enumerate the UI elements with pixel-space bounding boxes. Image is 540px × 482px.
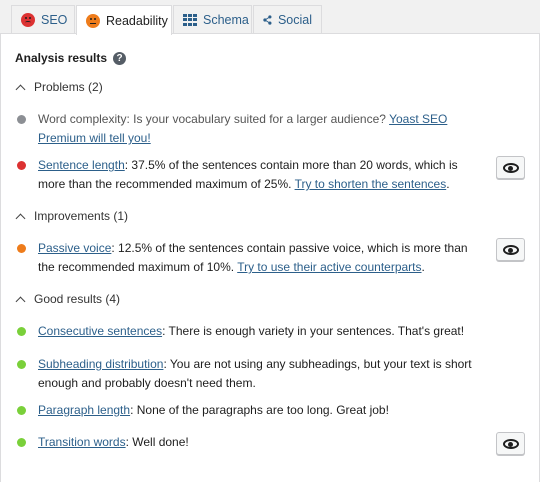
tab-readability[interactable]: Readability: [76, 5, 172, 35]
grid-icon: [183, 14, 197, 26]
result-subheading-distribution: Subheading distribution: You are not usi…: [17, 355, 487, 393]
result-paragraph-length: Paragraph length: None of the paragraphs…: [17, 401, 487, 420]
active-counterparts-link[interactable]: Try to use their active counterparts: [237, 260, 421, 274]
grey-bullet-icon: [17, 115, 26, 124]
result-consecutive-sentences: Consecutive sentences: There is enough v…: [17, 322, 487, 341]
result-description: : There is enough variety in your senten…: [162, 324, 465, 338]
sentence-length-link[interactable]: Sentence length: [38, 158, 125, 172]
result-word-complexity: Word complexity: Is your vocabulary suit…: [17, 110, 487, 148]
eye-icon: [502, 162, 519, 173]
green-bullet-icon: [17, 438, 26, 447]
readability-panel: Analysis results ? Problems (2) Word com…: [0, 33, 540, 482]
result-description: : Well done!: [125, 435, 189, 449]
problems-label: Problems (2): [34, 80, 103, 94]
tab-seo[interactable]: SEO: [11, 5, 75, 34]
chevron-up-icon: [15, 213, 26, 223]
result-sentence-length: Sentence length: 37.5% of the sentences …: [17, 156, 487, 194]
transition-words-link[interactable]: Transition words: [38, 435, 126, 449]
result-description: Word complexity: Is your vocabulary suit…: [38, 112, 390, 126]
good-results-label: Good results (4): [34, 292, 121, 306]
sad-face-icon: [21, 13, 35, 27]
result-period: .: [421, 260, 425, 274]
page-title: Analysis results: [15, 51, 108, 65]
result-text: Word complexity: Is your vocabulary suit…: [38, 110, 487, 148]
improvements-label: Improvements (1): [34, 209, 129, 223]
result-text: Passive voice: 12.5% of the sentences co…: [38, 239, 487, 277]
tab-readability-label: Readability: [106, 13, 168, 28]
eye-icon: [502, 438, 519, 449]
orange-bullet-icon: [17, 244, 26, 253]
result-text: Transition words: Well done!: [38, 433, 487, 452]
green-bullet-icon: [17, 360, 26, 369]
result-text: Sentence length: 37.5% of the sentences …: [38, 156, 487, 194]
green-bullet-icon: [17, 406, 26, 415]
tab-social[interactable]: Social: [253, 5, 322, 34]
consecutive-sentences-link[interactable]: Consecutive sentences: [38, 324, 162, 338]
red-bullet-icon: [17, 161, 26, 170]
chevron-up-icon: [15, 84, 26, 94]
tab-seo-label: SEO: [41, 13, 68, 27]
result-text: Subheading distribution: You are not usi…: [38, 355, 487, 393]
result-text: Consecutive sentences: There is enough v…: [38, 322, 487, 341]
subheading-distribution-link[interactable]: Subheading distribution: [38, 357, 163, 371]
highlight-eye-button[interactable]: [496, 156, 525, 179]
result-text: Paragraph length: None of the paragraphs…: [38, 401, 487, 420]
share-icon: [263, 15, 272, 25]
result-transition-words: Transition words: Well done!: [17, 433, 487, 452]
analysis-results-heading: Analysis results ?: [15, 51, 127, 65]
tab-schema[interactable]: Schema: [173, 5, 252, 34]
shorten-sentences-link[interactable]: Try to shorten the sentences: [295, 177, 447, 191]
problems-toggle[interactable]: Problems (2): [15, 80, 103, 94]
result-description: : None of the paragraphs are too long. G…: [130, 403, 389, 417]
tab-schema-label: Schema: [203, 13, 249, 27]
result-period: .: [446, 177, 450, 191]
chevron-up-icon: [15, 296, 26, 306]
good-results-toggle[interactable]: Good results (4): [15, 292, 120, 306]
neutral-face-icon: [86, 13, 100, 28]
eye-icon: [502, 244, 519, 255]
highlight-eye-button[interactable]: [496, 432, 525, 455]
passive-voice-link[interactable]: Passive voice: [38, 241, 111, 255]
paragraph-length-link[interactable]: Paragraph length: [38, 403, 130, 417]
result-passive-voice: Passive voice: 12.5% of the sentences co…: [17, 239, 487, 277]
improvements-toggle[interactable]: Improvements (1): [15, 209, 128, 223]
help-icon[interactable]: ?: [113, 51, 127, 65]
highlight-eye-button[interactable]: [496, 238, 525, 261]
tab-bar: SEO Readability Schema Social: [0, 0, 540, 35]
green-bullet-icon: [17, 327, 26, 336]
tab-social-label: Social: [277, 13, 312, 27]
